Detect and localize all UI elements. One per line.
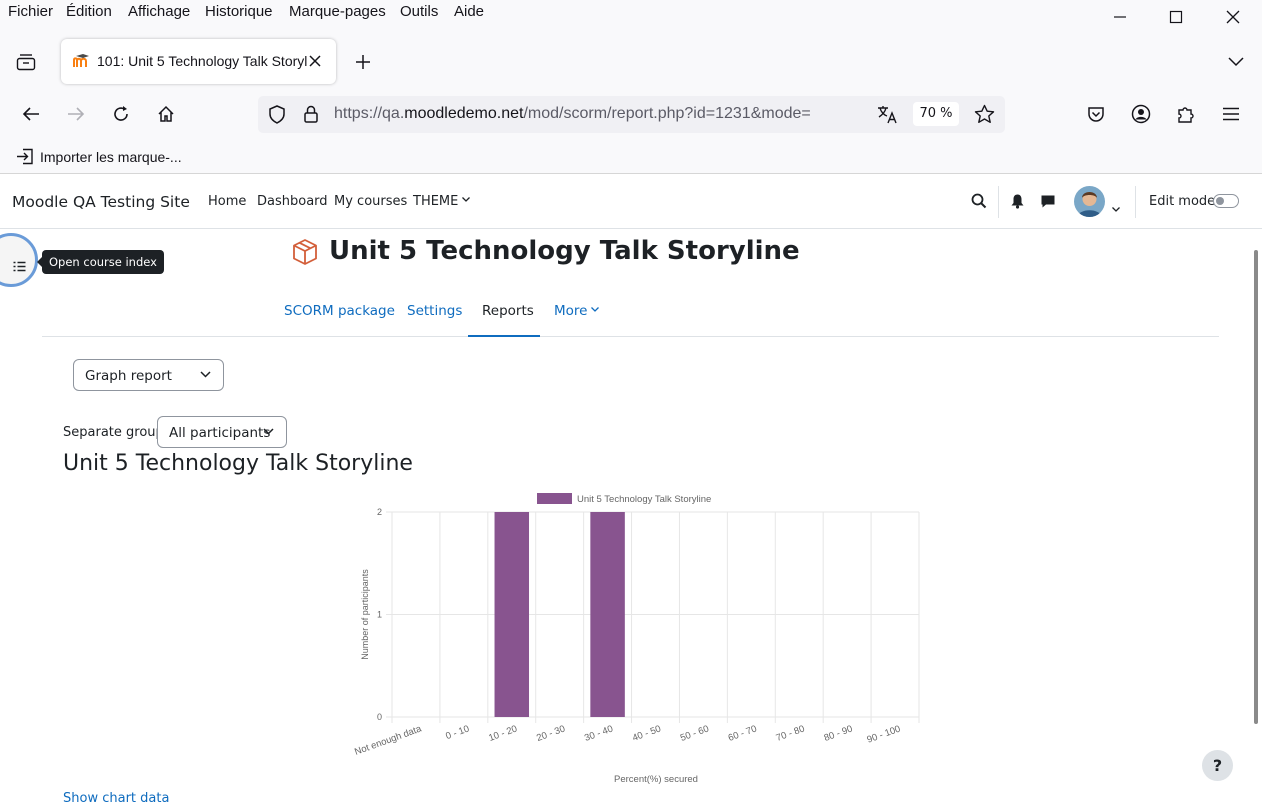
x-tick-label: 10 - 20: [487, 723, 519, 743]
x-axis-label: Percent(%) secured: [614, 774, 698, 785]
x-tick-label: 40 - 50: [631, 723, 663, 743]
legend-swatch: [537, 493, 572, 504]
y-tick-label: 2: [377, 507, 382, 517]
help-button[interactable]: ?: [1202, 750, 1233, 781]
x-tick-label: 90 - 100: [866, 723, 903, 745]
x-tick-label: 60 - 70: [727, 723, 759, 743]
x-tick-label: 80 - 90: [823, 723, 855, 743]
x-tick-label: 20 - 30: [535, 723, 567, 743]
x-tick-label: 50 - 60: [679, 723, 711, 743]
page-scrollbar[interactable]: [1254, 250, 1258, 724]
x-tick-label: 70 - 80: [775, 723, 807, 743]
chart-bar: [494, 512, 530, 717]
y-tick-label: 0: [377, 712, 382, 722]
chart-bar: [590, 512, 625, 717]
y-tick-label: 1: [377, 610, 382, 620]
x-tick-label: 30 - 40: [583, 723, 615, 743]
legend-label: Unit 5 Technology Talk Storyline: [577, 494, 711, 505]
show-chart-data-link[interactable]: Show chart data: [63, 791, 169, 806]
graph-report-chart: 0 1 2 Not enough data 0 - 10 10 - 20 20 - 30 30…: [353, 493, 920, 785]
x-tick-label: Not enough data: [353, 723, 423, 758]
y-axis-label: Number of participants: [360, 569, 370, 660]
x-tick-label: 0 - 10: [444, 723, 471, 742]
